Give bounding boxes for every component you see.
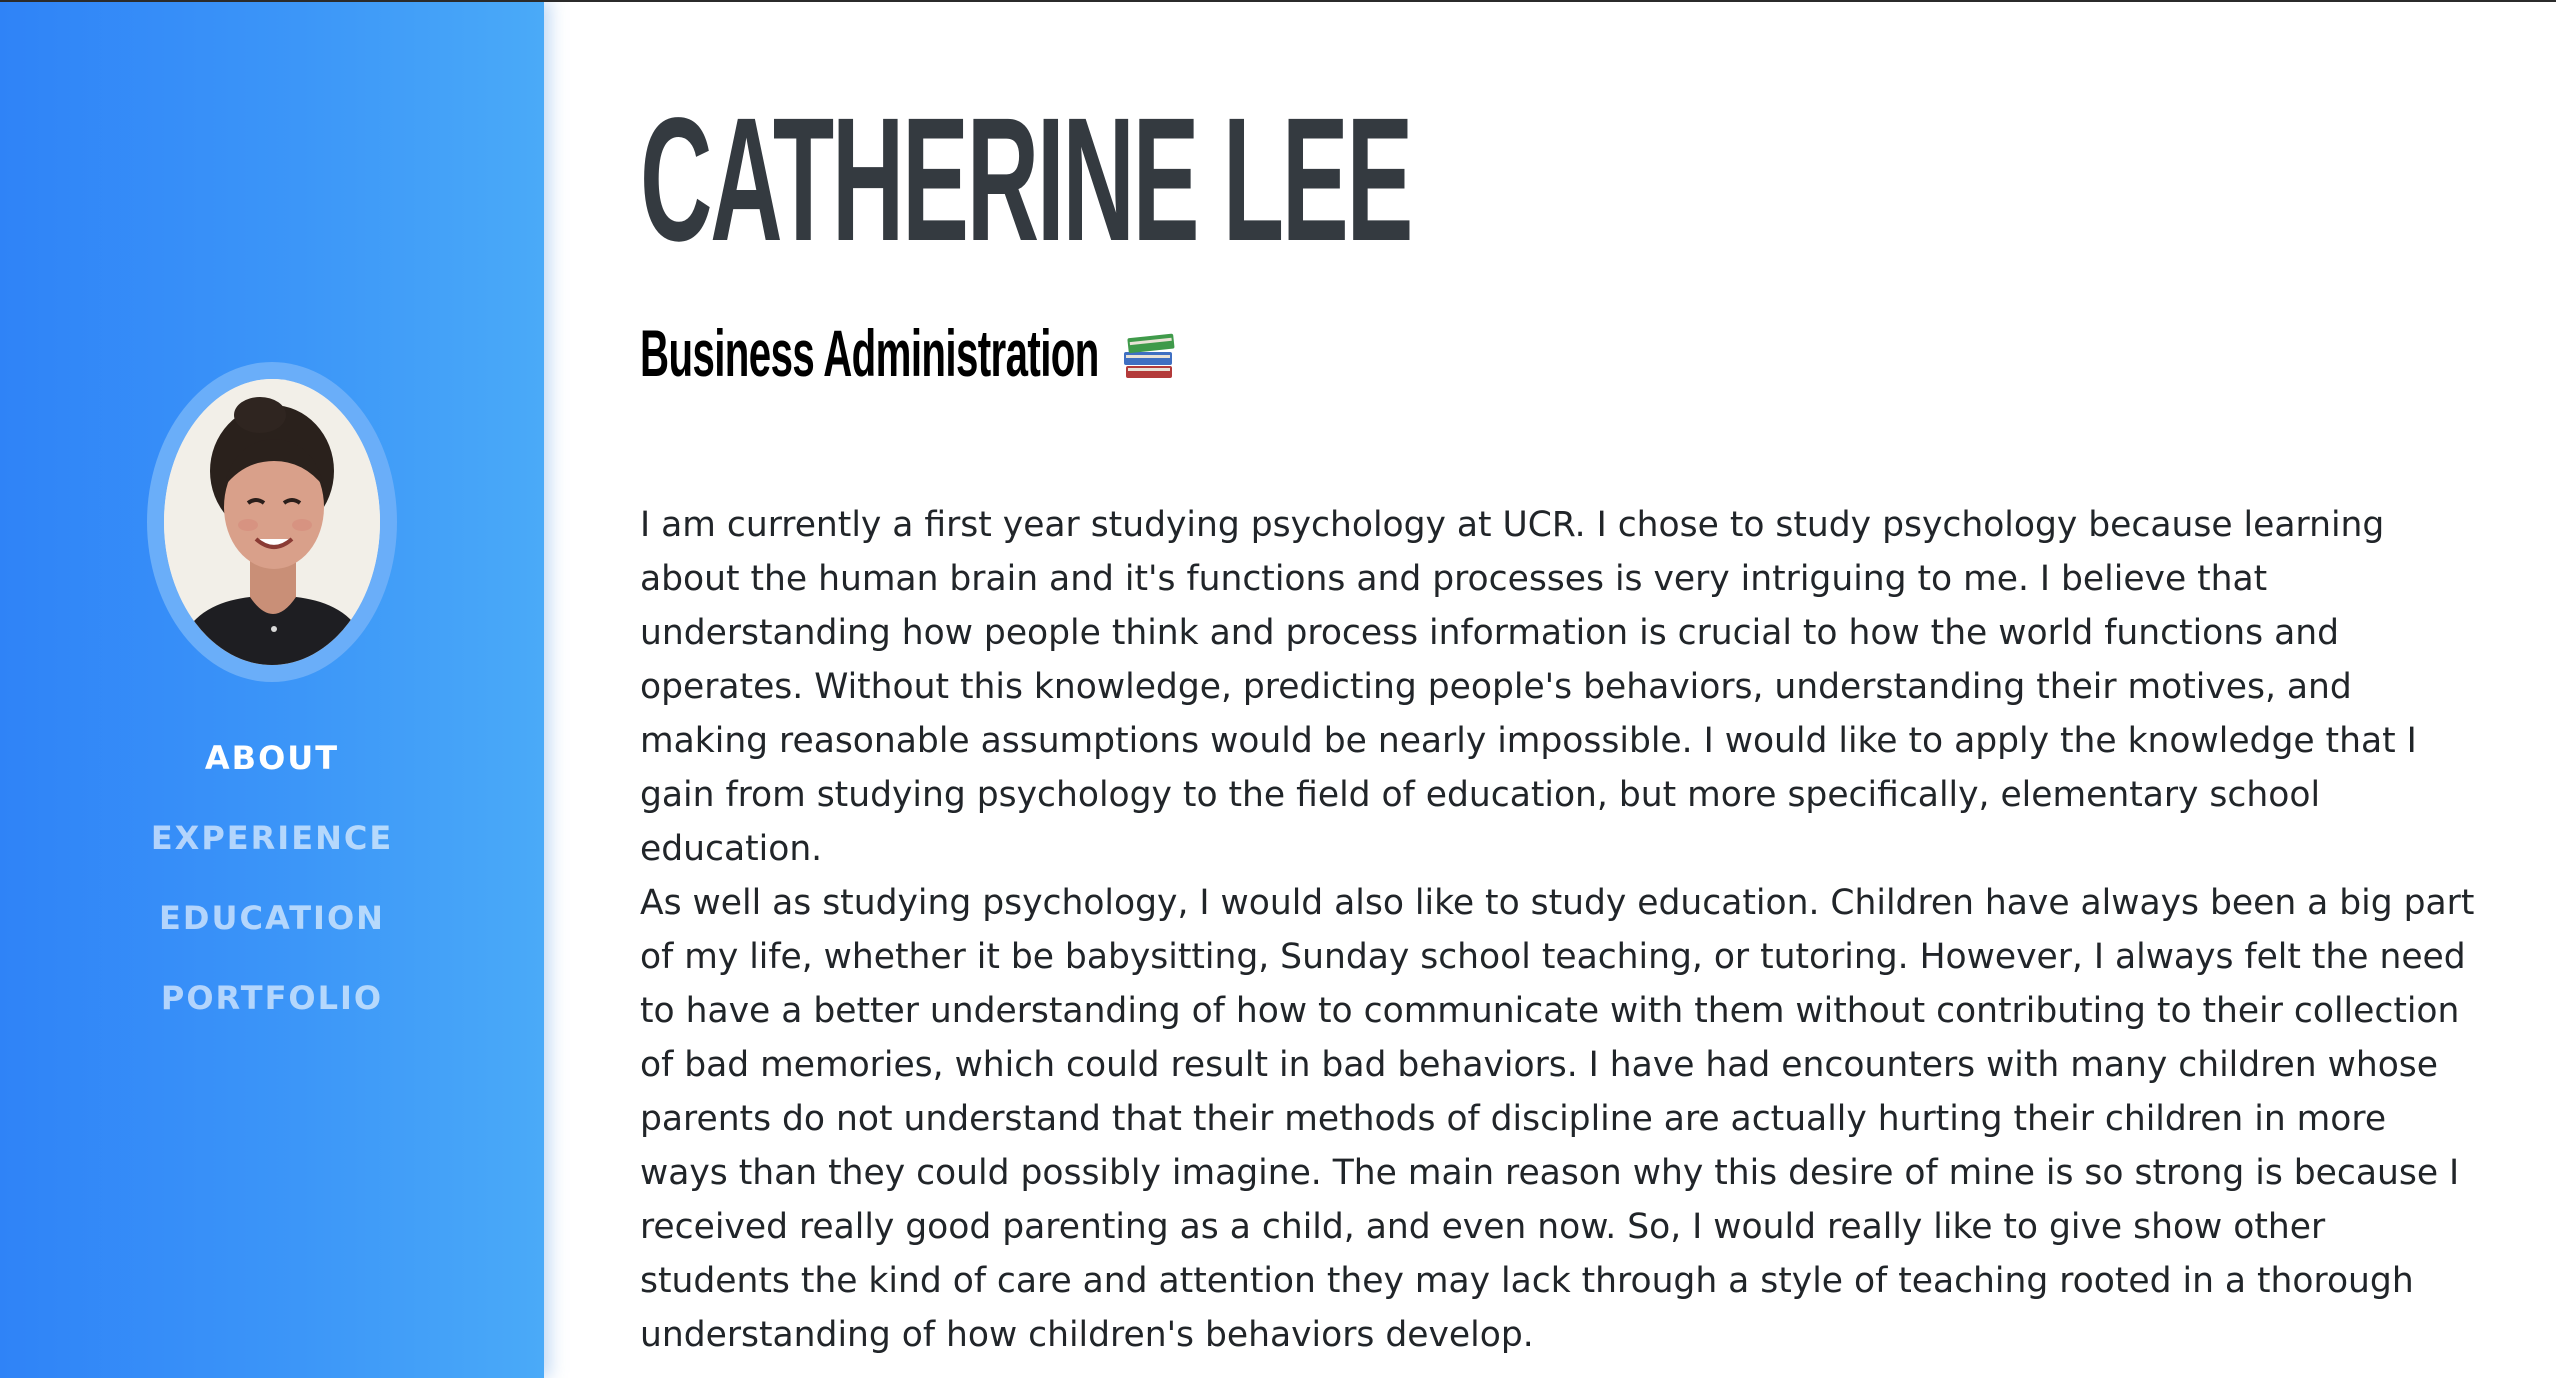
about-paragraph: I am currently a first year studying psy… <box>640 505 2417 869</box>
nav-item-experience[interactable]: EXPERIENCE <box>0 798 544 878</box>
nav-item-about[interactable]: ABOUT <box>0 718 544 798</box>
sidebar-nav: ABOUT EXPERIENCE EDUCATION PORTFOLIO <box>0 718 544 1038</box>
profile-photo <box>164 379 380 665</box>
avatar <box>164 379 380 665</box>
sidebar: ABOUT EXPERIENCE EDUCATION PORTFOLIO <box>0 0 544 1378</box>
about-paragraph: As well as studying psychology, I would … <box>640 883 2475 1355</box>
subtitle: Business Administration <box>640 318 1580 388</box>
top-border <box>0 0 2556 2</box>
nav-item-education[interactable]: EDUCATION <box>0 878 544 958</box>
page-title: CATHERINE LEE <box>640 82 1413 278</box>
avatar-frame <box>147 362 397 682</box>
nav-item-portfolio[interactable]: PORTFOLIO <box>0 958 544 1038</box>
books-icon <box>1124 333 1175 378</box>
